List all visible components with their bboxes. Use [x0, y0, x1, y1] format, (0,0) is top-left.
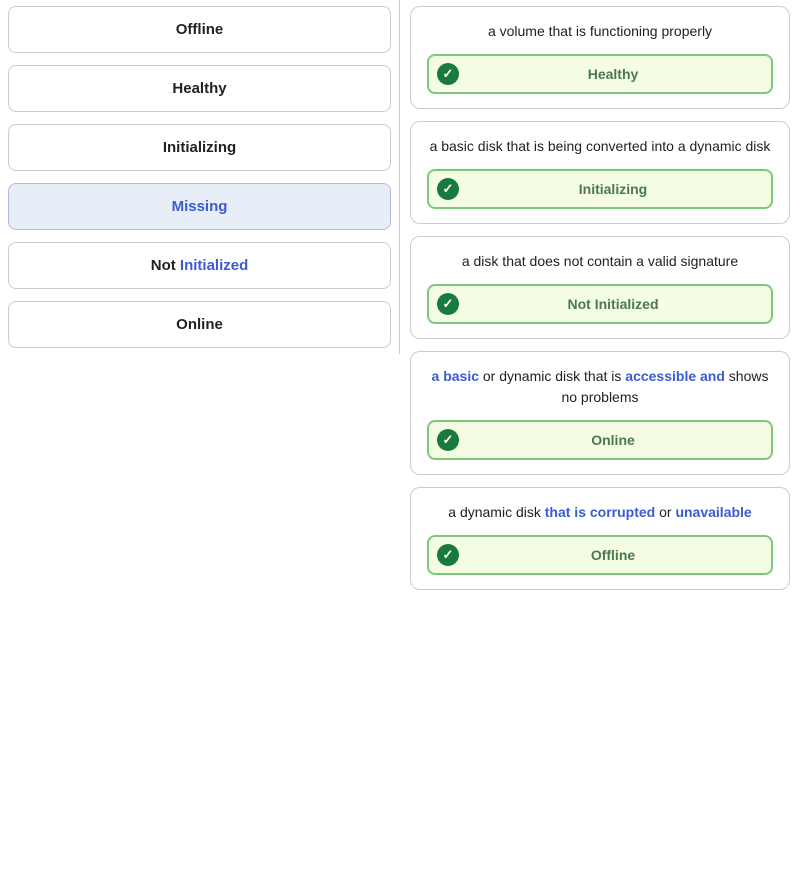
left-panel: Offline Healthy Initializing Missing Not… — [0, 0, 400, 354]
offline-desc-part1: a dynamic disk — [448, 504, 544, 520]
online-desc-part3: accessible and — [625, 368, 725, 384]
card-healthy-answer: Healthy — [427, 54, 773, 94]
initializing-label: Initializing — [163, 139, 236, 156]
online-label: Online — [176, 316, 223, 333]
card-offline-description: a dynamic disk that is corrupted or unav… — [427, 502, 773, 523]
online-desc-part2: or dynamic disk that is — [479, 368, 625, 384]
card-online-description: a basic or dynamic disk that is accessib… — [427, 366, 773, 408]
left-item-missing[interactable]: Missing — [8, 183, 391, 230]
left-item-online[interactable]: Online — [8, 301, 391, 348]
healthy-label: Healthy — [172, 80, 226, 97]
online-desc-part1: a basic — [432, 368, 479, 384]
card-online: a basic or dynamic disk that is accessib… — [410, 351, 790, 475]
card-initializing: a basic disk that is being converted int… — [410, 121, 790, 224]
healthy-answer-label: Healthy — [588, 66, 639, 82]
card-healthy-description: a volume that is functioning properly — [427, 21, 773, 42]
offline-desc-part3: or — [655, 504, 675, 520]
not-initialized-label-part1: Not — [151, 257, 180, 274]
card-offline: a dynamic disk that is corrupted or unav… — [410, 487, 790, 590]
card-initializing-description: a basic disk that is being converted int… — [427, 136, 773, 157]
card-not-initialized-answer: Not Initialized — [427, 284, 773, 324]
card-online-answer: Online — [427, 420, 773, 460]
right-panel: a volume that is functioning properly He… — [400, 0, 800, 596]
check-icon-online — [437, 429, 459, 451]
missing-label: Missing — [172, 198, 228, 215]
card-offline-answer: Offline — [427, 535, 773, 575]
offline-answer-label: Offline — [591, 547, 635, 563]
left-item-initializing[interactable]: Initializing — [8, 124, 391, 171]
online-answer-label: Online — [591, 432, 635, 448]
not-initialized-label-part2: Initialized — [180, 257, 248, 274]
initializing-answer-label: Initializing — [579, 181, 647, 197]
card-initializing-answer: Initializing — [427, 169, 773, 209]
left-item-offline[interactable]: Offline — [8, 6, 391, 53]
card-not-initialized-description: a disk that does not contain a valid sig… — [427, 251, 773, 272]
offline-label: Offline — [176, 21, 224, 38]
check-icon-initializing — [437, 178, 459, 200]
not-initialized-answer-label: Not Initialized — [568, 296, 659, 312]
check-icon-offline — [437, 544, 459, 566]
left-item-not-initialized[interactable]: Not Initialized — [8, 242, 391, 289]
card-healthy: a volume that is functioning properly He… — [410, 6, 790, 109]
offline-desc-part4: unavailable — [675, 504, 751, 520]
left-item-healthy[interactable]: Healthy — [8, 65, 391, 112]
card-not-initialized: a disk that does not contain a valid sig… — [410, 236, 790, 339]
check-icon-healthy — [437, 63, 459, 85]
check-icon-not-initialized — [437, 293, 459, 315]
offline-desc-part2: that is corrupted — [545, 504, 655, 520]
